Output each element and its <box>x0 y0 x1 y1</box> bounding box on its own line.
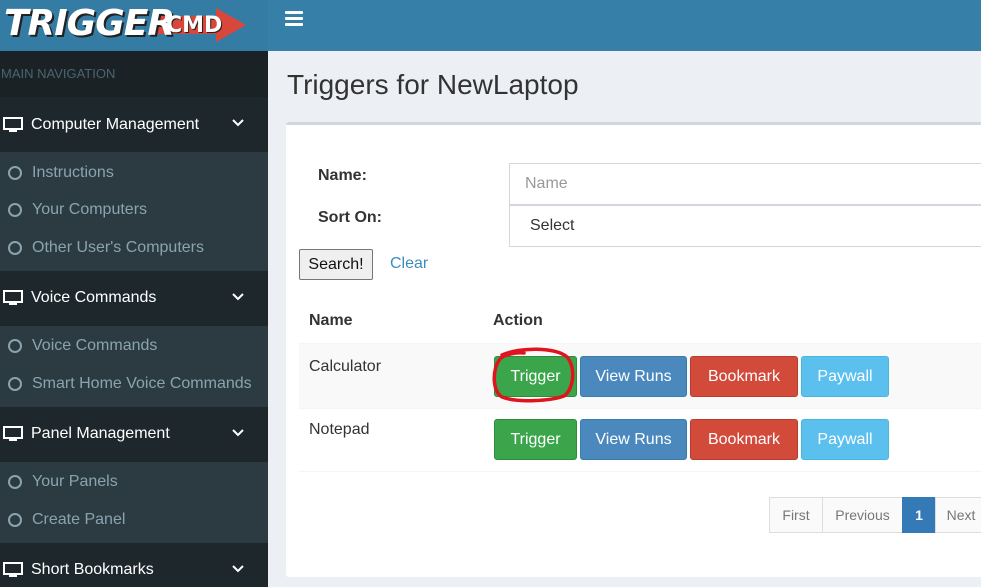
pagination-first[interactable]: First <box>769 497 823 533</box>
circle-icon <box>8 512 22 527</box>
sidebar-subitem-label: Smart Home Voice Commands <box>32 374 252 392</box>
view-runs-button[interactable]: View Runs <box>580 419 687 460</box>
circle-icon <box>8 240 22 255</box>
logo-area[interactable]: TRIGGER CMD <box>0 0 268 51</box>
sidebar-header: MAIN NAVIGATION <box>0 51 268 97</box>
circle-icon <box>8 339 22 354</box>
table-row: Notepad Trigger View Runs Bookmark Paywa… <box>299 407 981 471</box>
trigger-name: Calculator <box>309 358 382 375</box>
submenu-voice-commands: Voice Commands Smart Home Voice Commands <box>0 325 268 407</box>
submenu-panel-management: Your Panels Create Panel <box>0 461 268 543</box>
brand-word-trigger: TRIGGER <box>4 3 175 44</box>
sidebar-item-smart-home-voice-commands[interactable]: Smart Home Voice Commands <box>0 365 268 403</box>
sidebar-item-short-bookmarks[interactable]: Short Bookmarks <box>0 542 268 587</box>
sidebar-item-instructions[interactable]: Instructions <box>0 154 268 192</box>
row-divider <box>299 471 981 472</box>
name-search-input[interactable]: Name <box>509 163 981 205</box>
name-label: Name: <box>318 167 367 184</box>
chevron-down-icon <box>232 564 244 572</box>
clear-link[interactable]: Clear <box>390 255 428 273</box>
trigger-button[interactable]: Trigger <box>494 419 577 460</box>
sidebar-item-panel-management[interactable]: Panel Management <box>0 406 268 462</box>
sidebar-item-create-panel[interactable]: Create Panel <box>0 501 268 539</box>
sidebar-item-label: Panel Management <box>31 425 170 442</box>
sidebar-subitem-label: Create Panel <box>32 510 126 528</box>
view-runs-button[interactable]: View Runs <box>580 356 687 397</box>
paywall-button[interactable]: Paywall <box>801 419 889 460</box>
sidebar-item-other-users-computers[interactable]: Other User's Computers <box>0 229 268 267</box>
circle-icon <box>8 203 22 218</box>
desktop-icon <box>3 116 23 132</box>
sort-on-label: Sort On: <box>318 209 382 226</box>
sidebar-subitem-label: Your Computers <box>32 201 148 219</box>
pagination-previous[interactable]: Previous <box>822 497 903 533</box>
top-navbar: TRIGGER CMD <box>0 0 981 51</box>
desktop-icon <box>3 562 23 577</box>
trigger-name: Notepad <box>309 421 370 438</box>
sidebar-subitem-label: Voice Commands <box>32 337 158 355</box>
sidebar-item-label: Computer Management <box>31 115 200 133</box>
sidebar-item-computer-management[interactable]: Computer Management <box>0 97 268 152</box>
chevron-down-icon <box>232 292 244 300</box>
sidebar-item-your-panels[interactable]: Your Panels <box>0 464 268 502</box>
sidebar-subitem-label: Instructions <box>32 163 114 181</box>
table-row: Calculator Trigger View Runs Bookmark Pa… <box>299 344 981 408</box>
sidebar-item-label: Short Bookmarks <box>31 561 154 578</box>
desktop-icon <box>3 290 23 305</box>
pagination-page-1[interactable]: 1 <box>902 497 936 533</box>
sidebar-subitem-label: Your Panels <box>32 473 118 491</box>
chevron-down-icon <box>232 428 244 436</box>
sidebar-item-voice-commands-section[interactable]: Voice Commands <box>0 270 268 326</box>
circle-icon <box>8 376 22 391</box>
sort-on-select[interactable]: Select <box>509 205 981 247</box>
main-content: Triggers for NewLaptop Name: Name Sort O… <box>268 51 981 587</box>
pagination-next[interactable]: Next <box>935 497 981 533</box>
sidebar-toggle-icon[interactable] <box>285 11 303 27</box>
brand-logo[interactable]: TRIGGER CMD <box>4 2 254 46</box>
column-header-action: Action <box>493 312 543 329</box>
chevron-down-icon <box>232 119 244 127</box>
desktop-icon <box>3 426 23 441</box>
search-button[interactable]: Search! <box>299 249 373 280</box>
sidebar-item-voice-commands[interactable]: Voice Commands <box>0 328 268 366</box>
circle-icon <box>8 165 22 180</box>
page-title: Triggers for NewLaptop <box>287 69 579 100</box>
bookmark-button[interactable]: Bookmark <box>690 356 798 397</box>
triggers-box: Name: Name Sort On: Select Search! Clear… <box>286 122 981 577</box>
bookmark-button[interactable]: Bookmark <box>690 419 798 460</box>
pagination: First Previous 1 Next <box>769 497 981 533</box>
paywall-button[interactable]: Paywall <box>801 356 889 397</box>
brand-word-cmd: CMD <box>166 13 223 38</box>
column-header-name: Name <box>309 312 353 329</box>
sidebar-subitem-label: Other User's Computers <box>32 238 204 256</box>
sidebar: MAIN NAVIGATION Computer Management Inst… <box>0 51 268 587</box>
sidebar-item-your-computers[interactable]: Your Computers <box>0 192 268 230</box>
trigger-button[interactable]: Trigger <box>494 356 577 397</box>
circle-icon <box>8 475 22 490</box>
submenu-computer-management: Instructions Your Computers Other User's… <box>0 152 268 271</box>
sidebar-item-label: Voice Commands <box>31 289 157 306</box>
